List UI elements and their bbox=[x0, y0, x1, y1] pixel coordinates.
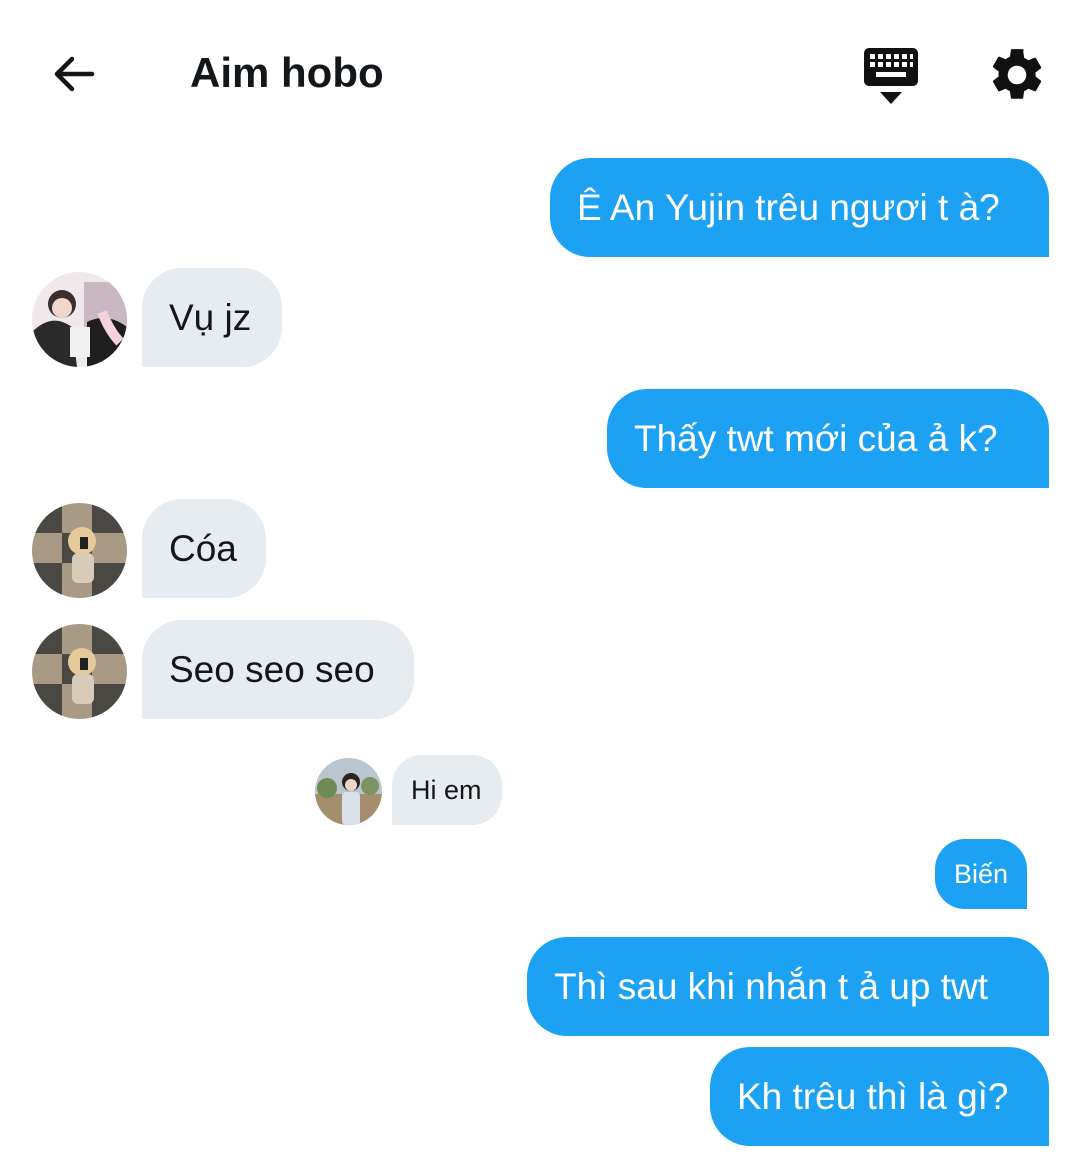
avatar[interactable] bbox=[32, 272, 127, 367]
message-text: Hi em bbox=[411, 774, 482, 805]
outgoing-message[interactable]: Kh trêu thì là gì? bbox=[710, 1047, 1049, 1146]
incoming-message[interactable]: Cóa bbox=[142, 499, 266, 598]
gear-icon bbox=[992, 49, 1042, 99]
incoming-message[interactable]: Vụ jz bbox=[142, 268, 282, 367]
keyboard-hide-icon bbox=[864, 48, 918, 104]
settings-button[interactable] bbox=[986, 44, 1048, 106]
outgoing-message[interactable]: Ê An Yujin trêu ngươi t à? bbox=[550, 158, 1049, 257]
avatar-image bbox=[315, 758, 382, 825]
outgoing-message[interactable]: Biến bbox=[935, 839, 1027, 909]
arrow-left-icon bbox=[54, 56, 95, 92]
avatar-image bbox=[32, 503, 127, 598]
message-text: Thấy twt mới của ả k? bbox=[634, 417, 998, 459]
message-text: Thì sau khi nhắn t ả up twt bbox=[554, 965, 988, 1007]
avatar[interactable] bbox=[32, 624, 127, 719]
message-text: Cóa bbox=[169, 527, 237, 569]
message-text: Ê An Yujin trêu ngươi t à? bbox=[577, 186, 1000, 228]
incoming-message[interactable]: Seo seo seo bbox=[142, 620, 414, 719]
message-text: Biến bbox=[954, 858, 1009, 889]
outgoing-message[interactable]: Thì sau khi nhắn t ả up twt bbox=[527, 937, 1049, 1036]
message-text: Kh trêu thì là gì? bbox=[737, 1075, 1009, 1117]
page-title: Aim hobo bbox=[190, 49, 384, 96]
message-text: Seo seo seo bbox=[169, 648, 375, 690]
avatar[interactable] bbox=[315, 758, 382, 825]
avatar[interactable] bbox=[32, 503, 127, 598]
avatar-image bbox=[32, 624, 127, 719]
message-text: Vụ jz bbox=[169, 296, 252, 338]
back-button[interactable] bbox=[40, 40, 108, 108]
incoming-message[interactable]: Hi em bbox=[392, 755, 502, 825]
avatar-image bbox=[32, 272, 127, 367]
chat-header: Aim hobo bbox=[0, 0, 1079, 145]
outgoing-message[interactable]: Thấy twt mới của ả k? bbox=[607, 389, 1049, 488]
keyboard-toggle-button[interactable] bbox=[858, 44, 924, 108]
